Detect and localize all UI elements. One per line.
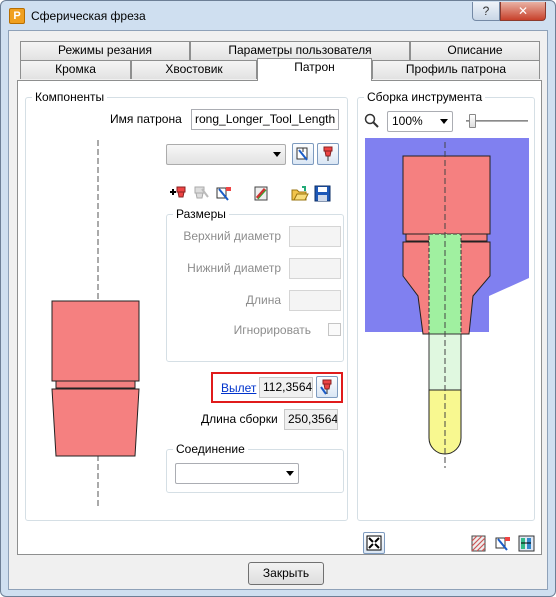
pick-holder-icon [296,147,308,161]
tab-holder[interactable]: Патрон [257,58,372,81]
window-title: Сферическая фреза [31,9,146,23]
open-holder-button[interactable] [288,182,310,204]
pick-component-icon [216,187,231,201]
length-input [289,290,341,311]
fit-view-button[interactable] [363,532,385,554]
gauge-view-icon [518,535,535,552]
save-disk-icon [314,185,331,202]
app-icon: P [9,8,25,24]
zoom-slider-thumb[interactable] [468,114,476,128]
view-holder-button[interactable] [467,532,489,554]
title-bar: P Сферическая фреза ? ✕ [1,1,555,31]
ignore-checkbox [328,323,341,336]
assembly-holder-upper [402,155,491,235]
view-gauge-button[interactable] [515,532,537,554]
holder-lower-block [51,388,140,457]
holder-upper-block [51,300,140,382]
chevron-down-icon [440,119,448,124]
add-holder-icon [170,186,186,198]
tab-edge[interactable]: Кромка [20,60,131,79]
overhang-calc-button[interactable] [316,376,338,398]
select-component-button[interactable] [212,182,234,204]
chevron-down-icon [273,152,281,157]
tab-shank[interactable]: Хвостовик [131,60,257,79]
ignore-label: Игнорировать [233,323,311,337]
tool-assembly-group-title: Сборка инструмента [364,90,486,104]
pencil-holder-icon [254,186,268,201]
fit-view-icon [366,535,382,551]
chevron-down-icon [286,471,294,476]
open-folder-icon [291,186,309,201]
component-select[interactable] [166,144,286,165]
dialog-client-area: Режимы резания Параметры пользователя Оп… [8,30,548,590]
close-window-button[interactable]: ✕ [500,2,546,21]
upper-diameter-label: Верхний диаметр [183,229,281,243]
tool-assembly-group: Сборка инструмента 100% [357,90,535,521]
overhang-link[interactable]: Вылет [221,381,256,395]
upper-diameter-input [289,226,341,247]
overhang-value: 112,3564 [259,377,313,398]
components-group: Компоненты Имя патрона rong_Longer_Tool_… [25,90,348,521]
tab-description[interactable]: Описание [410,41,540,60]
connection-group: Соединение [166,442,344,493]
tab-holder-profile[interactable]: Профиль патрона [372,60,540,79]
holder-edit-pencil-button[interactable] [250,182,272,204]
save-holder-button[interactable] [311,182,333,204]
tab-cutting-modes[interactable]: Режимы резания [20,41,190,60]
help-button[interactable]: ? [472,2,500,21]
zoom-select[interactable]: 100% [387,111,453,132]
sizes-group-title: Размеры [173,207,229,221]
assembly-length-label: Длина сборки [201,412,278,426]
select-holder-button[interactable] [292,143,314,165]
holder-from-library-button[interactable] [317,143,339,165]
add-component-button[interactable] [166,182,188,204]
components-group-title: Компоненты [32,90,108,104]
close-button[interactable]: Закрыть [248,562,324,585]
holder-red-icon [323,146,333,161]
zoom-magnifier-icon [364,113,379,128]
connection-select[interactable] [175,463,299,484]
pick-assembly-icon [495,537,510,551]
holder-component-preview [51,140,140,508]
connection-group-title: Соединение [173,442,248,456]
dialog-window: P Сферическая фреза ? ✕ Режимы резания П… [0,0,556,597]
holder-name-input[interactable]: rong_Longer_Tool_Length [191,109,339,130]
holder-neck [55,380,136,389]
zoom-select-value: 100% [392,114,423,128]
edit-component-button [189,182,211,204]
lower-diameter-input [289,258,341,279]
length-label: Длина [245,293,281,307]
holder-name-label: Имя патрона [110,112,182,126]
assembly-length-value: 250,3564 [284,409,338,430]
holder-tab-page: Компоненты Имя патрона rong_Longer_Tool_… [17,80,542,555]
tool-assembly-preview [365,138,529,498]
hatched-holder-icon [471,535,486,552]
lower-diameter-label: Нижний диаметр [187,261,281,275]
sizes-group: Размеры Верхний диаметр Нижний диаметр Д… [166,207,344,362]
overhang-tool-icon [320,379,332,395]
edit-holder-disabled-icon [194,186,209,199]
view-select-button[interactable] [491,532,513,554]
